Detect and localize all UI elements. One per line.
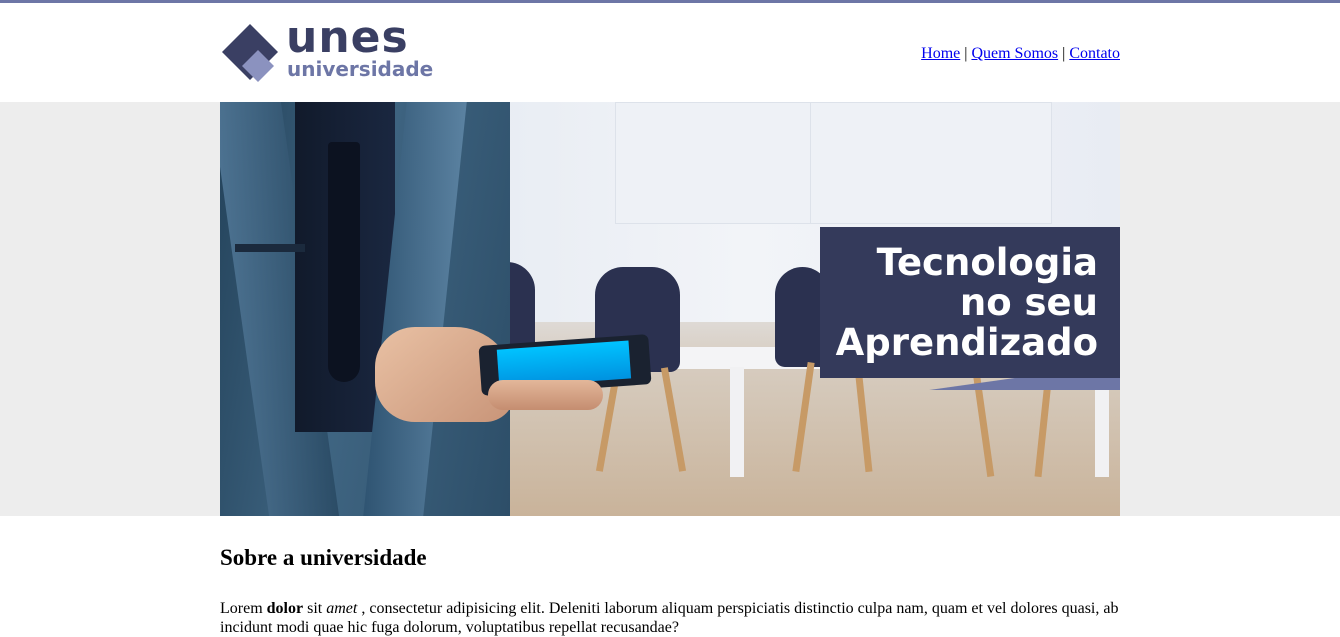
nav-separator: | xyxy=(964,45,968,62)
about-paragraph: Lorem dolor sit amet , consectetur adipi… xyxy=(220,599,1120,637)
section-title: Sobre a universidade xyxy=(220,545,427,570)
main-nav: Home | Quem Somos | Contato xyxy=(921,45,1120,63)
hero-section: Tecnologia no seu Aprendizado xyxy=(0,102,1340,516)
banner-chair-leg xyxy=(660,367,687,472)
banner-table-leg xyxy=(730,367,744,477)
paragraph-italic-text: amet xyxy=(326,600,358,617)
unes-logo[interactable]: unes universidade xyxy=(220,16,440,84)
nav-separator: | xyxy=(1062,45,1066,62)
logo-subtitle: universidade xyxy=(287,57,434,81)
paragraph-bold-text: dolor xyxy=(266,600,304,617)
banner-person xyxy=(220,102,510,516)
banner-window xyxy=(810,102,1052,224)
banner-headline: Tecnologia no seu Aprendizado xyxy=(835,241,1098,364)
paragraph-text: sit xyxy=(303,600,327,617)
main-content: Sobre a universidade Lorem dolor sit ame… xyxy=(220,544,1120,637)
site-header: unes universidade Home | Quem Somos | Co… xyxy=(0,3,1340,102)
banner-chair-leg xyxy=(792,362,815,472)
banner-headline-box: Tecnologia no seu Aprendizado xyxy=(820,227,1120,378)
logo-wordmark: unes xyxy=(286,12,409,63)
nav-link-home[interactable]: Home xyxy=(921,45,960,62)
banner-headline-accent xyxy=(820,378,1120,390)
jacket-pocket xyxy=(235,244,305,252)
tie xyxy=(328,142,360,382)
nav-link-quem-somos[interactable]: Quem Somos xyxy=(971,45,1058,62)
hero-banner: Tecnologia no seu Aprendizado xyxy=(220,102,1120,516)
banner-hand xyxy=(488,380,603,410)
logo-diamond-icon xyxy=(222,24,278,82)
paragraph-text: Lorem xyxy=(220,600,267,617)
nav-link-contato[interactable]: Contato xyxy=(1069,45,1120,62)
